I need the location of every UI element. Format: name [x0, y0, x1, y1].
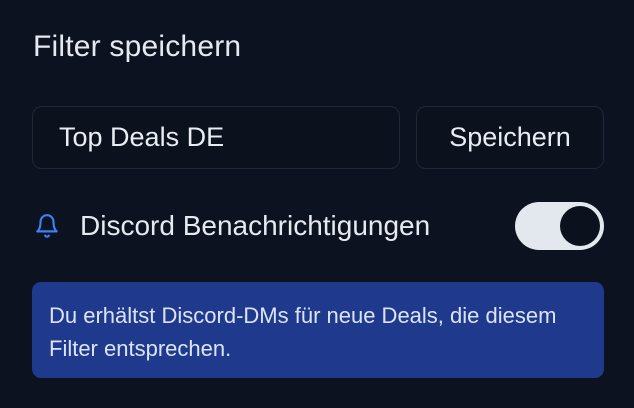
info-message: Du erhältst Discord-DMs für neue Deals, …	[32, 282, 604, 378]
bell-icon	[34, 212, 60, 240]
filter-name-input[interactable]	[32, 106, 400, 169]
save-button[interactable]: Speichern	[416, 106, 604, 169]
discord-notifications-toggle[interactable]	[515, 202, 604, 250]
toggle-knob	[560, 206, 600, 246]
discord-notifications-row: Discord Benachrichtigungen	[32, 200, 604, 252]
discord-notifications-label: Discord Benachrichtigungen	[80, 210, 431, 241]
panel-title: Filter speichern	[33, 30, 242, 63]
save-filter-panel: Filter speichern Speichern Discord Benac…	[0, 0, 634, 408]
